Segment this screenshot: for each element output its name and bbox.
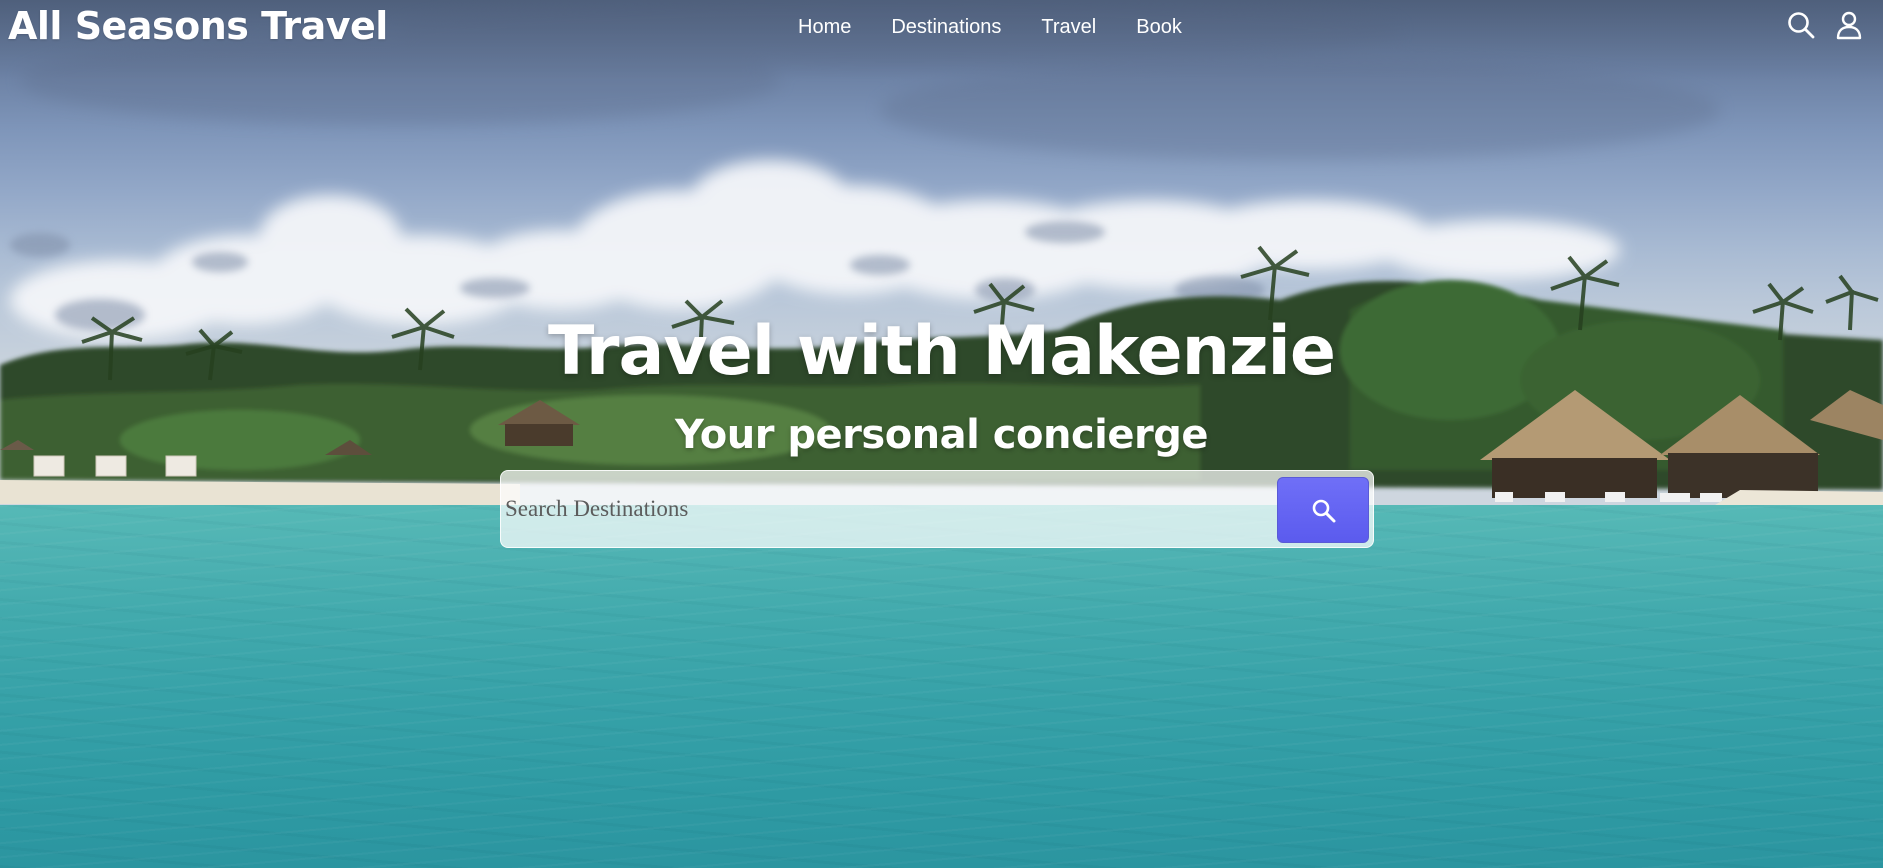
hero-subtitle: Your personal concierge bbox=[675, 412, 1209, 458]
search-button[interactable] bbox=[1277, 477, 1369, 543]
navbar: All Seasons Travel Home Destinations Tra… bbox=[0, 0, 1883, 60]
nav-link-destinations[interactable]: Destinations bbox=[891, 16, 1001, 39]
nav-link-travel[interactable]: Travel bbox=[1041, 16, 1096, 39]
brand-logo[interactable]: All Seasons Travel bbox=[8, 4, 388, 48]
nav-icons bbox=[1786, 10, 1864, 40]
destination-search-input[interactable] bbox=[505, 479, 1265, 539]
search-icon[interactable] bbox=[1786, 10, 1816, 40]
sea-texture bbox=[0, 505, 1883, 868]
nav-link-home[interactable]: Home bbox=[798, 16, 851, 39]
search-icon bbox=[1312, 499, 1336, 523]
user-icon[interactable] bbox=[1834, 10, 1864, 40]
hero-title: Travel with Makenzie bbox=[548, 312, 1336, 391]
main-nav: Home Destinations Travel Book bbox=[798, 16, 1222, 39]
destination-search-box bbox=[500, 470, 1374, 548]
nav-link-book[interactable]: Book bbox=[1136, 16, 1182, 39]
